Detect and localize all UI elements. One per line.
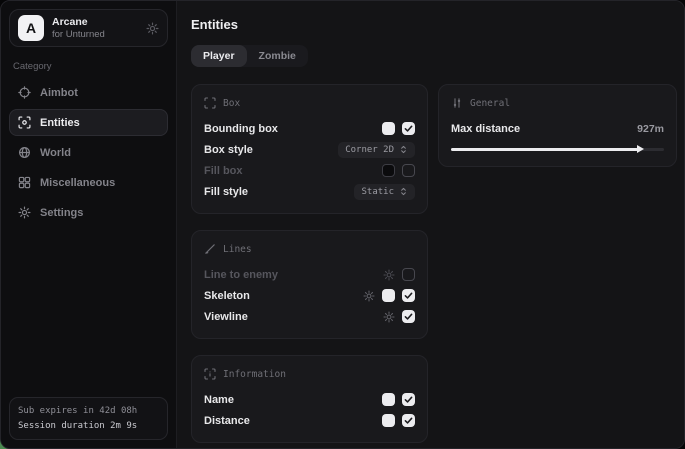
setting-label: Name [204,394,382,406]
content-columns: Box Bounding box Box style Corne [191,84,677,443]
setting-row-viewline: Viewline [204,306,415,327]
setting-label: Viewline [204,311,383,323]
lines-card-header: Lines [204,243,415,255]
line-icon [204,243,216,255]
brand-card: A Arcane for Unturned [9,9,168,47]
setting-row-line-to-enemy: Line to enemy [204,264,415,285]
grid-icon [18,176,31,189]
tab-player[interactable]: Player [191,45,247,67]
right-column: General Max distance 927m [438,84,677,167]
tab-zombie[interactable]: Zombie [247,45,308,67]
fill-style-select[interactable]: Static [354,184,415,200]
setting-label: Max distance [451,123,637,135]
setting-label: Box style [204,144,338,156]
sub-expiry-text: Sub expires in 42d 08h [18,404,159,418]
left-column: Box Bounding box Box style Corne [191,84,428,443]
setting-label: Fill style [204,186,354,198]
brand-text: Arcane for Unturned [52,16,105,41]
setting-label: Distance [204,415,382,427]
session-duration-text: Session duration 2m 9s [18,419,159,433]
gear-icon[interactable] [146,22,159,35]
box-card-header: Box [204,97,415,109]
color-swatch[interactable] [382,393,395,406]
max-distance-value: 927m [637,123,664,135]
category-label: Category [13,61,164,72]
setting-row-fill-style: Fill style Static [204,181,415,202]
subscription-status-box: Sub expires in 42d 08h Session duration … [9,397,168,440]
slider-thumb[interactable] [637,145,644,153]
section-title: Information [223,369,286,380]
checkbox-checked[interactable] [402,122,415,135]
setting-row-skeleton: Skeleton [204,285,415,306]
sidebar-item-label: Miscellaneous [40,177,115,189]
crosshair-icon [18,86,31,99]
setting-row-distance: Distance [204,410,415,431]
entities-icon [18,116,31,129]
setting-row-box-style: Box style Corner 2D [204,139,415,160]
gear-icon[interactable] [383,311,395,323]
color-swatch[interactable] [382,122,395,135]
sidebar: A Arcane for Unturned Category Aimbot En… [1,1,177,448]
chevrons-up-down-icon [399,187,408,196]
sidebar-item-label: Aimbot [40,87,78,99]
sidebar-nav: Aimbot Entities World Miscellaneous Sett… [9,79,168,226]
section-title: Lines [223,244,252,255]
section-title: Box [223,98,240,109]
information-card: Information Name Distance [191,355,428,443]
checkbox-unchecked[interactable] [402,164,415,177]
setting-row-bounding-box: Bounding box [204,118,415,139]
box-style-select[interactable]: Corner 2D [338,142,415,158]
checkbox-checked[interactable] [402,393,415,406]
max-distance-slider[interactable] [451,144,664,155]
app-window: A Arcane for Unturned Category Aimbot En… [0,0,685,449]
scan-box-icon [204,97,216,109]
setting-row-max-distance: Max distance 927m [451,118,664,139]
sliders-icon [451,97,463,109]
logo-letter: A [26,20,36,36]
app-logo: A [18,15,44,41]
lines-card: Lines Line to enemy Skeleton [191,230,428,339]
sidebar-item-settings[interactable]: Settings [9,199,168,226]
setting-row-name: Name [204,389,415,410]
general-card: General Max distance 927m [438,84,677,167]
checkbox-checked[interactable] [402,414,415,427]
globe-icon [18,146,31,159]
color-swatch[interactable] [382,164,395,177]
select-value: Corner 2D [345,145,394,155]
chevrons-up-down-icon [399,145,408,154]
sidebar-item-label: Settings [40,207,83,219]
tab-bar: Player Zombie [191,45,308,67]
checkbox-unchecked[interactable] [402,268,415,281]
gear-icon[interactable] [383,269,395,281]
setting-label: Line to enemy [204,269,383,281]
setting-label: Bounding box [204,123,382,135]
general-card-header: General [451,97,664,109]
color-swatch[interactable] [382,414,395,427]
sidebar-item-aimbot[interactable]: Aimbot [9,79,168,106]
checkbox-checked[interactable] [402,310,415,323]
app-name: Arcane [52,16,105,29]
main-panel: Entities Player Zombie Box Bounding box [177,1,685,448]
info-scan-icon [204,368,216,380]
sidebar-item-world[interactable]: World [9,139,168,166]
gear-icon [18,206,31,219]
sidebar-item-entities[interactable]: Entities [9,109,168,136]
sidebar-item-label: Entities [40,117,80,129]
setting-label: Fill box [204,165,382,177]
slider-fill [451,148,638,151]
box-card: Box Bounding box Box style Corne [191,84,428,214]
checkbox-checked[interactable] [402,289,415,302]
color-swatch[interactable] [382,289,395,302]
setting-label: Skeleton [204,290,363,302]
sidebar-item-label: World [40,147,71,159]
setting-row-fill-box: Fill box [204,160,415,181]
page-title: Entities [191,17,677,32]
app-subtitle: for Unturned [52,29,105,41]
select-value: Static [361,187,394,197]
information-card-header: Information [204,368,415,380]
section-title: General [470,98,510,109]
gear-icon[interactable] [363,290,375,302]
sidebar-item-miscellaneous[interactable]: Miscellaneous [9,169,168,196]
